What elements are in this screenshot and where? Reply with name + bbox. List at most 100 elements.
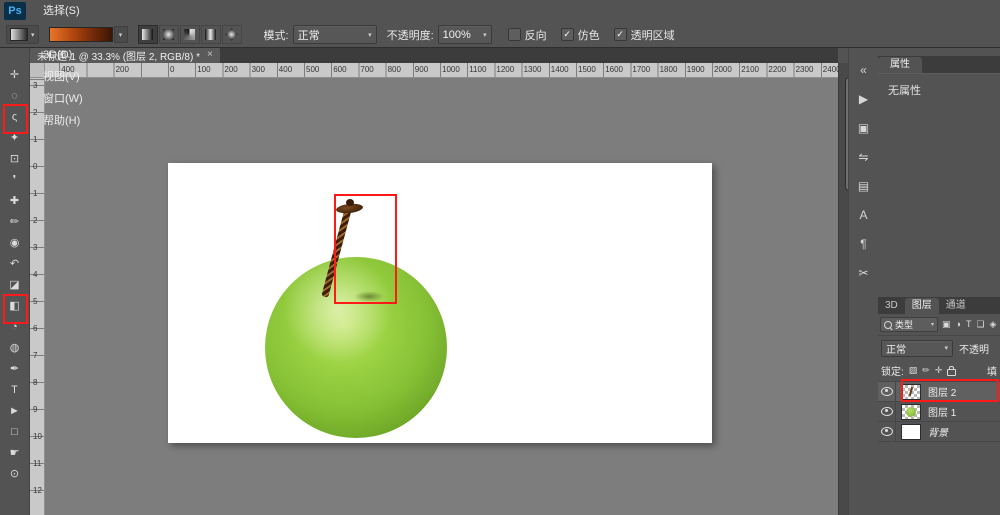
- ruler-label: 5: [33, 297, 37, 306]
- crop-tool[interactable]: ⊡: [2, 149, 28, 170]
- lasso-tool[interactable]: ς: [2, 107, 28, 128]
- clone-source-panel-button[interactable]: ▣: [852, 117, 876, 139]
- option-checkbox[interactable]: ✓仿色: [561, 27, 600, 43]
- properties-tab-bar: 属性: [878, 56, 1000, 73]
- layer-row[interactable]: 图层 2: [878, 382, 1000, 402]
- actions-panel-button[interactable]: ▶: [852, 88, 876, 110]
- marquee-tool[interactable]: ◌: [2, 86, 28, 107]
- filter-type-icon[interactable]: T: [966, 319, 972, 330]
- menu-item[interactable]: 视图(V): [34, 66, 92, 88]
- linear-gradient-button[interactable]: [138, 25, 158, 44]
- ruler-label: 1600: [605, 65, 623, 74]
- filter-adjustment-icon[interactable]: ◑: [956, 319, 961, 330]
- shape-tool[interactable]: □: [2, 422, 28, 443]
- checkbox-box[interactable]: ✓: [614, 28, 627, 41]
- checkbox-box[interactable]: ✓: [561, 28, 574, 41]
- paragraph-panel-icon: ¶: [860, 238, 866, 250]
- layers-group-tab[interactable]: 通道: [939, 298, 973, 314]
- layer-blend-mode-value: 正常: [886, 341, 906, 356]
- visibility-toggle[interactable]: [878, 422, 896, 441]
- hand-tool[interactable]: ☛: [2, 443, 28, 464]
- radial-gradient-button[interactable]: [159, 25, 179, 44]
- layer-thumbnail[interactable]: [901, 384, 921, 400]
- ruler-label: 9: [33, 405, 37, 414]
- reflected-gradient-button[interactable]: [201, 25, 221, 44]
- blend-mode-select[interactable]: 正常 ▾: [293, 25, 377, 44]
- gradient-picker-arrow[interactable]: ▾: [114, 26, 128, 43]
- stem-thumbnail-mark: [909, 386, 913, 395]
- apple-thumbnail-mark: [906, 407, 916, 417]
- filter-type-select[interactable]: 类型 ▾: [880, 317, 938, 332]
- checkbox-box[interactable]: [508, 28, 521, 41]
- menu-item[interactable]: 选择(S): [34, 0, 92, 22]
- shape-tool-icon: □: [11, 427, 18, 438]
- eraser-tool[interactable]: ◪: [2, 275, 28, 296]
- diamond-gradient-button[interactable]: [222, 25, 242, 44]
- options-bar: ▾ ▾ 模式: 正常 ▾ 不透明度: 100% ▾ 反向✓仿色✓透明区域: [0, 22, 1000, 48]
- layer-row[interactable]: 背景: [878, 422, 1000, 442]
- zoom-tool[interactable]: ⊙: [2, 464, 28, 485]
- move-tool-icon: ✛: [10, 70, 19, 81]
- layers-group-tab[interactable]: 3D: [878, 298, 905, 314]
- blur-tool[interactable]: ◔: [2, 317, 28, 338]
- eyedropper-tool[interactable]: ❜: [2, 170, 28, 191]
- pen-tool[interactable]: ✒: [2, 359, 28, 380]
- ruler-label: 2: [33, 216, 37, 225]
- layers-group-tab[interactable]: 图层: [905, 298, 939, 314]
- tool-preset-picker[interactable]: ▾: [6, 25, 39, 44]
- layer-blend-mode-select[interactable]: 正常 ▾: [881, 340, 953, 357]
- close-tab-icon[interactable]: ×: [207, 50, 213, 60]
- history-brush-tool[interactable]: ↶: [2, 254, 28, 275]
- layer-thumbnail[interactable]: [901, 404, 921, 420]
- filter-type-value: 类型: [895, 318, 913, 331]
- visibility-toggle[interactable]: [878, 382, 896, 401]
- lock-all-icon[interactable]: [947, 369, 956, 376]
- move-tool[interactable]: ✛: [2, 65, 28, 86]
- lock-position-icon[interactable]: ✛: [935, 365, 943, 376]
- eraser-tool-icon: ◪: [9, 280, 19, 291]
- character-panel-button[interactable]: A: [852, 204, 876, 226]
- actions-panel-icon: ▶: [859, 93, 868, 105]
- healing-brush-tool-icon: ✚: [10, 196, 19, 207]
- visibility-toggle[interactable]: [878, 402, 896, 421]
- ruler-label: 2200: [768, 65, 786, 74]
- menu-item[interactable]: 帮助(H): [34, 110, 92, 132]
- filter-pixel-icon[interactable]: ▣: [942, 319, 951, 330]
- histogram-panel-button[interactable]: ▤: [852, 175, 876, 197]
- clone-stamp-tool[interactable]: ◉: [2, 233, 28, 254]
- dodge-tool[interactable]: ◍: [2, 338, 28, 359]
- document-canvas[interactable]: [168, 163, 712, 443]
- scissors-panel-button[interactable]: ✂: [852, 262, 876, 284]
- eye-icon: [881, 427, 893, 436]
- ruler-label: 100: [197, 65, 210, 74]
- opacity-select[interactable]: 100% ▾: [438, 25, 492, 44]
- filter-smart-icon[interactable]: ◈: [990, 319, 997, 330]
- healing-brush-tool[interactable]: ✚: [2, 191, 28, 212]
- option-checkbox[interactable]: ✓透明区域: [614, 27, 675, 43]
- angle-gradient-button[interactable]: [180, 25, 200, 44]
- paragraph-panel-button[interactable]: ¶: [852, 233, 876, 255]
- filter-shape-icon[interactable]: ❏: [976, 319, 984, 330]
- tab-properties[interactable]: 属性: [878, 57, 922, 73]
- lock-pixels-icon[interactable]: ✏: [922, 365, 930, 376]
- opacity-value: 100%: [443, 29, 471, 41]
- adjustments-panel-button[interactable]: ⇋: [852, 146, 876, 168]
- layer-thumbnail[interactable]: [901, 424, 921, 440]
- quick-selection-tool[interactable]: ✦: [2, 128, 28, 149]
- path-selection-tool[interactable]: ►: [2, 401, 28, 422]
- type-tool[interactable]: T: [2, 380, 28, 401]
- gradient-preview[interactable]: [49, 27, 113, 42]
- layer-row[interactable]: 图层 1: [878, 402, 1000, 422]
- chevron-down-icon: ▾: [31, 31, 35, 39]
- brush-tool[interactable]: ✏: [2, 212, 28, 233]
- lock-transparency-icon[interactable]: ▨: [909, 365, 918, 376]
- ruler-label: 2400: [823, 65, 838, 74]
- ruler-label: 2300: [796, 65, 814, 74]
- canvas-workspace[interactable]: [44, 77, 838, 515]
- gradient-tool[interactable]: ◧: [2, 296, 28, 317]
- clone-stamp-tool-icon: ◉: [10, 238, 20, 249]
- expand-panels-button[interactable]: «: [852, 59, 876, 81]
- option-checkbox[interactable]: 反向: [508, 27, 547, 43]
- ruler-label: 10: [33, 432, 42, 441]
- menu-item[interactable]: 窗口(W): [34, 88, 92, 110]
